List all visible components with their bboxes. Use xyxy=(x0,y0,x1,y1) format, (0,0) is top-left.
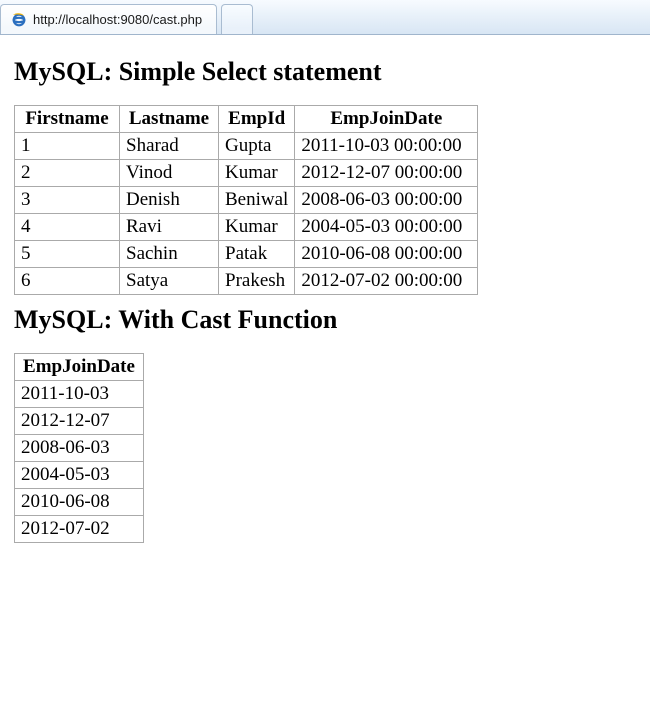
col-header-lastname: Lastname xyxy=(120,106,219,133)
table-row: 2011-10-03 xyxy=(15,381,144,408)
cell-lastname: Satya xyxy=(120,268,219,295)
cell-joindate: 2011-10-03 xyxy=(15,381,144,408)
table-row: 1 Sharad Gupta 2011-10-03 00:00:00 xyxy=(15,133,478,160)
col-header-joindate: EmpJoinDate xyxy=(15,354,144,381)
cell-joindate: 2010-06-08 00:00:00 xyxy=(295,241,478,268)
cell-firstname: 3 xyxy=(15,187,120,214)
cell-lastname: Vinod xyxy=(120,160,219,187)
table-row: 2 Vinod Kumar 2012-12-07 00:00:00 xyxy=(15,160,478,187)
page-body: MySQL: Simple Select statement Firstname… xyxy=(0,35,650,561)
cell-firstname: 2 xyxy=(15,160,120,187)
new-tab-button[interactable] xyxy=(221,4,253,34)
cell-firstname: 5 xyxy=(15,241,120,268)
cell-joindate: 2008-06-03 xyxy=(15,435,144,462)
table-row: 3 Denish Beniwal 2008-06-03 00:00:00 xyxy=(15,187,478,214)
cell-joindate: 2004-05-03 xyxy=(15,462,144,489)
cell-lastname: Sharad xyxy=(120,133,219,160)
cell-firstname: 1 xyxy=(15,133,120,160)
cell-joindate: 2012-12-07 xyxy=(15,408,144,435)
cell-joindate: 2004-05-03 00:00:00 xyxy=(295,214,478,241)
heading-simple-select: MySQL: Simple Select statement xyxy=(14,57,636,87)
ie-browser-icon xyxy=(11,12,27,28)
col-header-empid: EmpId xyxy=(219,106,295,133)
cell-empid: Kumar xyxy=(219,160,295,187)
browser-tab-bar: http://localhost:9080/cast.php xyxy=(0,0,650,35)
cell-joindate: 2012-07-02 xyxy=(15,516,144,543)
active-browser-tab[interactable]: http://localhost:9080/cast.php xyxy=(0,4,217,34)
table-row: 2012-07-02 xyxy=(15,516,144,543)
cell-empid: Beniwal xyxy=(219,187,295,214)
cell-empid: Patak xyxy=(219,241,295,268)
cell-joindate: 2008-06-03 00:00:00 xyxy=(295,187,478,214)
cell-joindate: 2011-10-03 00:00:00 xyxy=(295,133,478,160)
cell-empid: Gupta xyxy=(219,133,295,160)
cell-lastname: Sachin xyxy=(120,241,219,268)
col-header-joindate: EmpJoinDate xyxy=(295,106,478,133)
table-row: 4 Ravi Kumar 2004-05-03 00:00:00 xyxy=(15,214,478,241)
cell-joindate: 2012-07-02 00:00:00 xyxy=(295,268,478,295)
cell-empid: Kumar xyxy=(219,214,295,241)
table-row: 5 Sachin Patak 2010-06-08 00:00:00 xyxy=(15,241,478,268)
cell-joindate: 2010-06-08 xyxy=(15,489,144,516)
table-row: 2008-06-03 xyxy=(15,435,144,462)
cell-lastname: Ravi xyxy=(120,214,219,241)
table-header-row: EmpJoinDate xyxy=(15,354,144,381)
table-row: 6 Satya Prakesh 2012-07-02 00:00:00 xyxy=(15,268,478,295)
table-header-row: Firstname Lastname EmpId EmpJoinDate xyxy=(15,106,478,133)
cell-firstname: 4 xyxy=(15,214,120,241)
cell-lastname: Denish xyxy=(120,187,219,214)
cell-joindate: 2012-12-07 00:00:00 xyxy=(295,160,478,187)
table-row: 2010-06-08 xyxy=(15,489,144,516)
col-header-firstname: Firstname xyxy=(15,106,120,133)
cast-dates-table: EmpJoinDate 2011-10-03 2012-12-07 2008-0… xyxy=(14,353,144,543)
cell-firstname: 6 xyxy=(15,268,120,295)
cell-empid: Prakesh xyxy=(219,268,295,295)
table-row: 2012-12-07 xyxy=(15,408,144,435)
table-row: 2004-05-03 xyxy=(15,462,144,489)
browser-url: http://localhost:9080/cast.php xyxy=(33,12,202,27)
heading-cast-function: MySQL: With Cast Function xyxy=(14,305,636,335)
employees-table: Firstname Lastname EmpId EmpJoinDate 1 S… xyxy=(14,105,478,295)
